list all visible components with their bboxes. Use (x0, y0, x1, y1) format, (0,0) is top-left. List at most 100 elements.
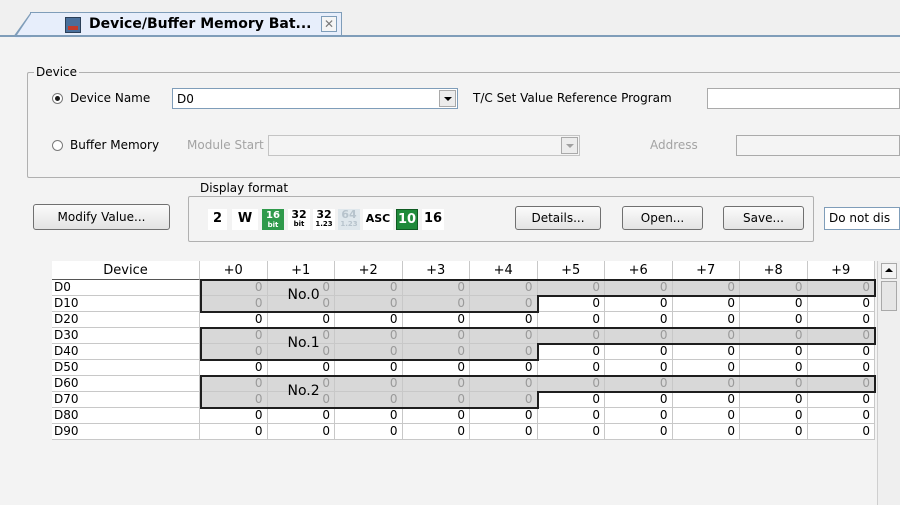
value-cell[interactable]: 0 (537, 328, 605, 344)
value-cell[interactable]: 0 (807, 280, 875, 296)
value-cell[interactable]: 0 (470, 360, 538, 376)
value-cell[interactable]: 0 (200, 296, 268, 312)
value-cell[interactable]: 0 (470, 312, 538, 328)
value-cell[interactable]: 0 (537, 312, 605, 328)
value-cell[interactable]: 0 (672, 376, 740, 392)
value-cell[interactable]: 0 (807, 328, 875, 344)
value-cell[interactable]: 0 (200, 408, 268, 424)
scroll-thumb[interactable] (881, 281, 897, 311)
value-cell[interactable]: 0 (740, 328, 808, 344)
vertical-scrollbar[interactable] (877, 261, 900, 505)
value-cell[interactable]: 0 (267, 424, 335, 440)
value-cell[interactable]: 0 (807, 344, 875, 360)
value-cell[interactable]: 0 (605, 328, 673, 344)
value-cell[interactable]: 0 (267, 312, 335, 328)
format-binary-button[interactable]: 2 (208, 209, 227, 230)
value-cell[interactable]: 0 (740, 344, 808, 360)
value-cell[interactable]: 0 (335, 424, 403, 440)
chevron-down-icon[interactable] (439, 90, 456, 107)
value-cell[interactable]: 0 (335, 408, 403, 424)
value-cell[interactable]: 0 (537, 392, 605, 408)
value-cell[interactable]: 0 (807, 312, 875, 328)
value-cell[interactable]: 0 (335, 392, 403, 408)
format-32bit-button[interactable]: 32 bit (288, 209, 310, 230)
open-button[interactable]: Open... (622, 206, 703, 230)
value-cell[interactable]: 0 (605, 408, 673, 424)
value-cell[interactable]: 0 (470, 344, 538, 360)
value-cell[interactable]: 0 (335, 296, 403, 312)
value-cell[interactable]: 0 (402, 376, 470, 392)
scroll-up-icon[interactable] (881, 263, 897, 279)
value-cell[interactable]: 0 (807, 392, 875, 408)
format-real-single-button[interactable]: 32 1.23 (313, 209, 335, 230)
save-button[interactable]: Save... (723, 206, 804, 230)
value-cell[interactable]: 0 (200, 392, 268, 408)
value-cell[interactable]: 0 (537, 296, 605, 312)
value-cell[interactable]: 0 (807, 360, 875, 376)
value-cell[interactable]: 0 (335, 376, 403, 392)
value-cell[interactable]: 0 (605, 280, 673, 296)
value-cell[interactable]: 0 (672, 280, 740, 296)
value-cell[interactable]: 0 (537, 344, 605, 360)
details-button[interactable]: Details... (515, 206, 601, 230)
value-cell[interactable]: 0 (200, 344, 268, 360)
address-field[interactable] (736, 135, 900, 156)
module-start-combo[interactable] (268, 135, 580, 156)
value-cell[interactable]: 0 (470, 296, 538, 312)
value-cell[interactable]: 0 (537, 376, 605, 392)
device-name-combo[interactable]: D0 (172, 88, 458, 109)
value-cell[interactable]: 0 (537, 424, 605, 440)
value-cell[interactable]: 0 (470, 392, 538, 408)
tc-set-value-field[interactable] (707, 88, 900, 109)
value-cell[interactable]: 0 (740, 312, 808, 328)
value-cell[interactable]: 0 (335, 328, 403, 344)
value-cell[interactable]: 0 (402, 344, 470, 360)
value-cell[interactable]: 0 (605, 360, 673, 376)
format-ascii-button[interactable]: ASC (363, 209, 393, 230)
value-cell[interactable]: 0 (402, 408, 470, 424)
value-cell[interactable]: 0 (335, 312, 403, 328)
value-cell[interactable]: 0 (267, 408, 335, 424)
value-cell[interactable]: 0 (470, 280, 538, 296)
value-cell[interactable]: 0 (200, 360, 268, 376)
value-cell[interactable]: 0 (672, 312, 740, 328)
format-real-double-button[interactable]: 64 1.23 (338, 209, 360, 230)
value-cell[interactable]: 0 (470, 424, 538, 440)
value-cell[interactable]: 0 (402, 392, 470, 408)
format-word-button[interactable]: W (232, 209, 258, 230)
value-cell[interactable]: 0 (200, 424, 268, 440)
value-cell[interactable]: 0 (672, 328, 740, 344)
value-cell[interactable]: 0 (740, 360, 808, 376)
chevron-down-icon[interactable] (561, 137, 578, 154)
value-cell[interactable]: 0 (807, 424, 875, 440)
value-cell[interactable]: 0 (740, 408, 808, 424)
value-cell[interactable]: 0 (672, 424, 740, 440)
value-cell[interactable]: 0 (402, 312, 470, 328)
value-cell[interactable]: 0 (807, 408, 875, 424)
value-cell[interactable]: 0 (200, 312, 268, 328)
device-name-radio[interactable] (52, 93, 63, 104)
value-cell[interactable]: 0 (740, 424, 808, 440)
value-cell[interactable]: 0 (605, 296, 673, 312)
value-cell[interactable]: 0 (537, 408, 605, 424)
value-cell[interactable]: 0 (470, 328, 538, 344)
value-cell[interactable]: 0 (267, 360, 335, 376)
value-cell[interactable]: 0 (740, 280, 808, 296)
value-cell[interactable]: 0 (672, 392, 740, 408)
value-cell[interactable]: 0 (807, 376, 875, 392)
value-cell[interactable]: 0 (335, 360, 403, 376)
value-cell[interactable]: 0 (402, 328, 470, 344)
display-option-combo[interactable]: Do not dis (824, 207, 900, 230)
tab-device-buffer-memory[interactable]: Device/Buffer Memory Bat... ✕ (13, 12, 342, 38)
value-cell[interactable]: 0 (740, 392, 808, 408)
value-cell[interactable]: 0 (335, 280, 403, 296)
value-cell[interactable]: 0 (605, 344, 673, 360)
format-16bit-button[interactable]: 16 bit (262, 209, 284, 230)
value-cell[interactable]: 0 (672, 296, 740, 312)
value-cell[interactable]: 0 (740, 296, 808, 312)
value-cell[interactable]: 0 (672, 344, 740, 360)
value-cell[interactable]: 0 (537, 360, 605, 376)
value-cell[interactable]: 0 (807, 296, 875, 312)
value-cell[interactable]: 0 (470, 376, 538, 392)
value-cell[interactable]: 0 (605, 424, 673, 440)
